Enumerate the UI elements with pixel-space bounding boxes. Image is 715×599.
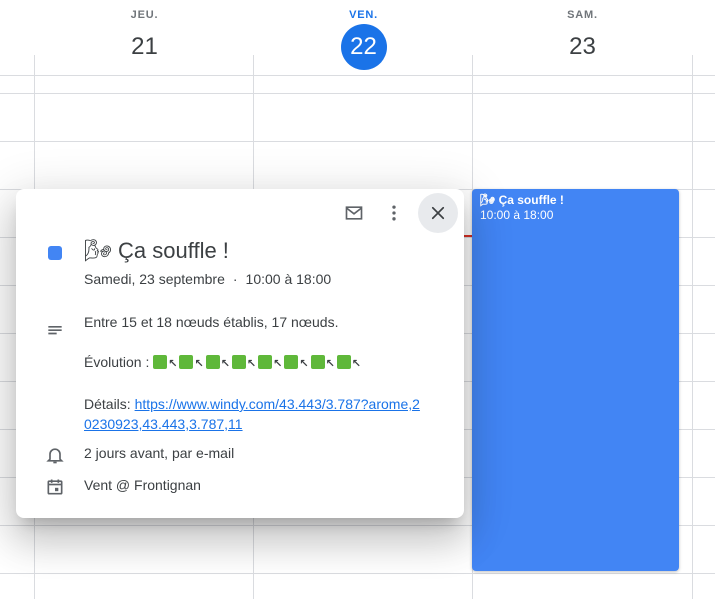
email-icon	[345, 206, 363, 220]
day-name: SAM.	[567, 9, 598, 21]
day-header-fri[interactable]: VEN. 22	[254, 0, 473, 75]
description-icon	[48, 326, 62, 335]
event-reminder: 2 jours avant, par e-mail	[84, 445, 235, 461]
more-vert-icon	[392, 205, 396, 221]
event-title: 🌬 Ça souffle !	[84, 238, 229, 263]
close-icon	[431, 206, 445, 220]
day-number[interactable]: 23	[560, 24, 606, 70]
column-divider	[692, 55, 693, 599]
header-divider	[0, 75, 715, 76]
event-details-popover: 🌬 Ça souffle ! Samedi, 23 septembre · 10:0…	[16, 189, 464, 518]
arrow-up-left-icon: ↖	[220, 358, 230, 370]
arrow-up-left-icon: ↖	[273, 358, 283, 370]
day-number-today[interactable]: 22	[340, 24, 387, 70]
event-time: 10:00 à 18:00	[480, 208, 554, 222]
green-square-icon	[231, 355, 246, 369]
evolution-emoji-sequence: ↖ ↖ ↖ ↖ ↖ ↖ ↖ ↖	[153, 354, 363, 370]
evolution-line: Évolution : ↖ ↖ ↖ ↖ ↖ ↖ ↖ ↖	[84, 352, 424, 374]
details-label: Détails:	[84, 396, 135, 412]
green-square-icon	[258, 355, 273, 369]
arrow-up-left-icon: ↖	[246, 358, 257, 370]
arrow-up-left-icon: ↖	[325, 358, 335, 370]
grid-line	[0, 141, 715, 142]
green-square-icon	[205, 355, 220, 369]
evolution-label: Évolution :	[84, 354, 154, 370]
grid-line	[0, 573, 715, 574]
calendar-view: JEU. 21 VEN. 22 SAM. 23 🌬 Ça souffle ! 1…	[0, 0, 715, 599]
day-name: JEU.	[130, 9, 159, 21]
green-square-icon	[284, 355, 299, 369]
day-header-sat[interactable]: SAM. 23	[473, 0, 692, 75]
event-color-chip	[48, 246, 62, 260]
event-title: 🌬 Ça souffle !	[480, 193, 564, 207]
green-square-icon	[179, 355, 194, 369]
close-button[interactable]	[418, 193, 458, 233]
green-square-icon	[310, 355, 325, 369]
event-time: 10:00 à 18:00	[245, 271, 332, 287]
calendar-icon	[47, 479, 63, 495]
event-block[interactable]: 🌬 Ça souffle ! 10:00 à 18:00	[472, 189, 679, 571]
event-description: Entre 15 et 18 nœuds établis, 17 nœuds. …	[84, 312, 424, 454]
green-square-icon	[153, 355, 168, 369]
arrow-up-left-icon: ↖	[168, 358, 178, 370]
arrow-up-left-icon: ↖	[299, 358, 309, 370]
bell-icon	[46, 448, 64, 464]
green-square-icon	[336, 355, 351, 369]
event-date: Samedi, 23 septembre	[84, 271, 225, 287]
day-number[interactable]: 21	[122, 24, 168, 70]
day-name: VEN.	[349, 9, 378, 21]
day-header-thu[interactable]: JEU. 21	[35, 0, 254, 75]
grid-line	[0, 93, 715, 94]
arrow-up-left-icon: ↖	[351, 358, 362, 370]
details-link[interactable]: https://www.windy.com/43.443/3.787?arome…	[84, 396, 420, 432]
arrow-up-left-icon: ↖	[194, 358, 204, 370]
calendar-name: Vent @ Frontignan	[84, 477, 201, 493]
separator: ·	[232, 271, 238, 287]
email-guests-button[interactable]	[334, 193, 374, 233]
details-line: Détails: https://www.windy.com/43.443/3.…	[84, 394, 424, 434]
event-datetime: Samedi, 23 septembre · 10:00 à 18:00	[84, 270, 331, 288]
more-options-button[interactable]	[374, 193, 414, 233]
popover-actions	[334, 193, 458, 233]
description-line: Entre 15 et 18 nœuds établis, 17 nœuds.	[84, 314, 339, 330]
